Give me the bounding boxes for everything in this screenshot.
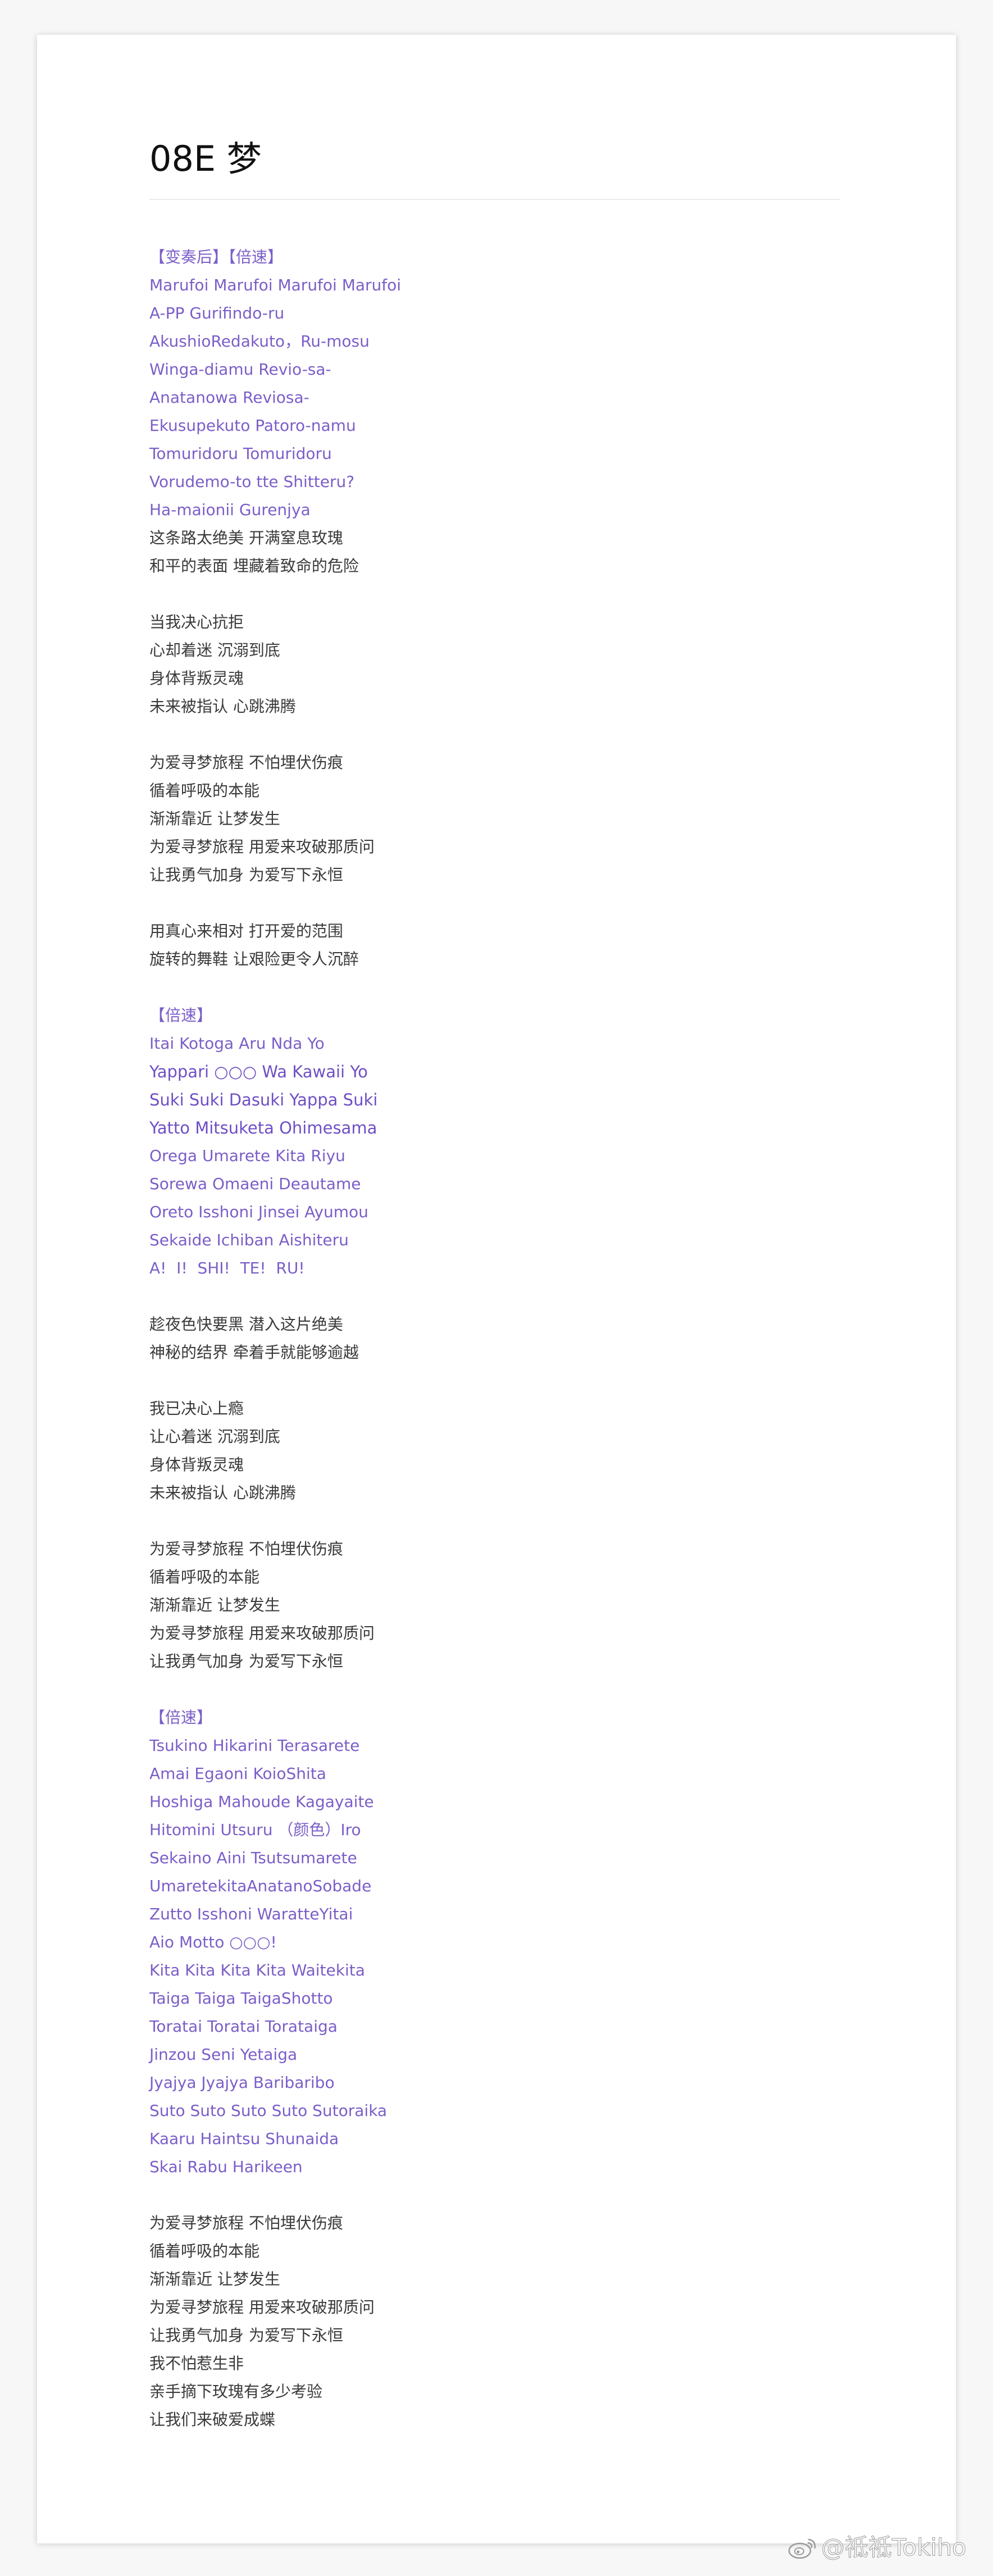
lyric-line: 未来被指认 心跳沸腾 xyxy=(149,697,296,716)
lyric-line: Zutto Isshoni WaratteYitai xyxy=(149,1905,353,1923)
lyric-line: 用真心来相对 打开爱的范围 xyxy=(149,922,343,940)
lyric-line: Jyajya Jyajya Baribaribo xyxy=(149,2073,335,2092)
lyric-line: 身体背叛灵魂 xyxy=(149,669,244,688)
lyric-line: 趁夜色快要黑 潜入这片绝美 xyxy=(149,1315,343,1333)
lyric-line: Kaaru Haintsu Shunaida xyxy=(149,2129,339,2148)
lyrics-body: 【变奏后】【倍速】 Marufoi Marufoi Marufoi Marufoi… xyxy=(149,243,880,2434)
lyric-line: 渐渐靠近 让梦发生 xyxy=(149,809,280,828)
lyric-line: 和平的表面 埋藏着致命的危险 xyxy=(149,557,359,575)
lyric-line: Sorewa Omaeni Deautame xyxy=(149,1175,361,1193)
lyric-line: Aio Motto ○○○! xyxy=(149,1933,277,1951)
lyric-line: Orega Umarete Kita Riyu xyxy=(149,1146,345,1165)
lyric-line: 为爱寻梦旅程 不怕埋伏伤痕 xyxy=(149,2214,343,2232)
lyric-line: 让我勇气加身 为爱写下永恒 xyxy=(149,1652,343,1671)
lyric-line: Tsukino Hikarini Terasarete xyxy=(149,1736,360,1755)
lyric-line: Suki Suki Dasuki Yappa Suki xyxy=(149,1090,378,1109)
lyric-line: UmaretekitaAnatanoSobade xyxy=(149,1877,372,1895)
lyric-line: 让我们来破爱成蝶 xyxy=(149,2410,276,2429)
lyric-line: 为爱寻梦旅程 用爱来攻破那质问 xyxy=(149,838,375,856)
lyric-line: 为爱寻梦旅程 不怕埋伏伤痕 xyxy=(149,1540,343,1558)
lyric-line: A-PP Gurifindo-ru xyxy=(149,304,285,322)
lyric-line: 我已决心上瘾 xyxy=(149,1399,244,1418)
lyric-line: Winga-diamu Revio-sa- xyxy=(149,360,331,379)
lyric-line: 让我勇气加身 为爱写下永恒 xyxy=(149,866,343,884)
lyric-line: 渐渐靠近 让梦发生 xyxy=(149,1596,280,1614)
stanza-break xyxy=(149,721,880,749)
lyric-line: 当我决心抗拒 xyxy=(149,613,244,631)
lyric-line: 渐渐靠近 让梦发生 xyxy=(149,2270,280,2288)
lyric-line: Vorudemo-to tte Shitteru? xyxy=(149,472,355,491)
lyric-line: 循着呼吸的本能 xyxy=(149,781,260,800)
lyric-line: Taiga Taiga TaigaShotto xyxy=(149,1989,333,2008)
lyric-line: Anatanowa Reviosa- xyxy=(149,388,309,407)
lyric-line: 身体背叛灵魂 xyxy=(149,1455,244,1474)
lyric-line: Sekaide Ichiban Aishiteru xyxy=(149,1231,349,1249)
title-divider xyxy=(149,199,840,200)
lyric-line: 让我勇气加身 为爱写下永恒 xyxy=(149,2326,343,2345)
lyric-line: 【倍速】 xyxy=(149,1006,213,1025)
lyric-line: Oreto Isshoni Jinsei Ayumou xyxy=(149,1203,368,1221)
lyric-line: Amai Egaoni KoioShita xyxy=(149,1764,326,1783)
lyric-line: 未来被指认 心跳沸腾 xyxy=(149,1483,296,1502)
lyric-line: Ekusupekuto Patoro-namu xyxy=(149,416,356,435)
stanza-break xyxy=(149,1367,880,1395)
stanza-break xyxy=(149,1676,880,1704)
lyric-line: Ha-maionii Gurenjya xyxy=(149,500,311,519)
lyric-line: Suto Suto Suto Suto Sutoraika xyxy=(149,2101,388,2120)
lyric-line: Hitomini Utsuru （颜色）Iro xyxy=(149,1821,361,1839)
lyric-line: 循着呼吸的本能 xyxy=(149,1568,260,1586)
lyric-line: Yappari ○○○ Wa Kawaii Yo xyxy=(149,1062,368,1081)
stanza-break xyxy=(149,973,880,1002)
lyric-line: 为爱寻梦旅程 用爱来攻破那质问 xyxy=(149,1624,375,1642)
lyric-line: AkushioRedakuto，Ru-mosu xyxy=(149,332,370,351)
lyric-line: 旋转的舞鞋 让艰险更令人沉醉 xyxy=(149,950,359,968)
weibo-watermark: @祗祗Tokiho xyxy=(787,2534,967,2560)
stanza-break xyxy=(149,2181,880,2209)
page-title: 08E 梦 xyxy=(149,138,262,179)
lyric-line: Jinzou Seni Yetaiga xyxy=(149,2045,298,2064)
lyric-line: 心却着迷 沉溺到底 xyxy=(149,641,280,659)
lyric-line: Sekaino Aini Tsutsumarete xyxy=(149,1849,357,1867)
lyric-line: 神秘的结界 牵着手就能够逾越 xyxy=(149,1343,359,1362)
stanza-break xyxy=(149,580,880,608)
lyric-line: Kita Kita Kita Kita Waitekita xyxy=(149,1961,365,1979)
lyric-line: 【倍速】 xyxy=(149,1708,213,1727)
lyric-line: Marufoi Marufoi Marufoi Marufoi xyxy=(149,276,402,294)
lyric-line: 让心着迷 沉溺到底 xyxy=(149,1427,280,1446)
lyric-line: Tomuridoru Tomuridoru xyxy=(149,444,332,463)
lyric-line: Toratai Toratai Torataiga xyxy=(149,2017,338,2036)
lyric-line: 为爱寻梦旅程 用爱来攻破那质问 xyxy=(149,2298,375,2316)
lyric-line: A! I! SHI! TE! RU! xyxy=(149,1259,305,1277)
watermark-text: @祗祗Tokiho xyxy=(821,2533,967,2561)
lyric-line: Yatto Mitsuketa Ohimesama xyxy=(149,1118,377,1137)
lyric-line: 【变奏后】【倍速】 xyxy=(149,248,284,266)
lyric-line: 我不怕惹生非 xyxy=(149,2354,244,2373)
weibo-logo-icon xyxy=(788,2538,816,2559)
lyric-line: 这条路太绝美 开满窒息玫瑰 xyxy=(149,529,343,547)
lyric-line: Itai Kotoga Aru Nda Yo xyxy=(149,1034,325,1053)
document-page: 08E 梦 【变奏后】【倍速】 Marufoi Marufoi Marufoi M… xyxy=(37,35,956,2543)
stanza-break xyxy=(149,1282,880,1310)
stanza-break xyxy=(149,889,880,917)
lyric-line: 循着呼吸的本能 xyxy=(149,2242,260,2260)
lyric-line: Skai Rabu Harikeen xyxy=(149,2158,303,2176)
lyric-line: 亲手摘下玫瑰有多少考验 xyxy=(149,2382,323,2401)
stanza-break xyxy=(149,1507,880,1535)
lyric-line: Hoshiga Mahoude Kagayaite xyxy=(149,1792,374,1811)
lyric-line: 为爱寻梦旅程 不怕埋伏伤痕 xyxy=(149,753,343,772)
